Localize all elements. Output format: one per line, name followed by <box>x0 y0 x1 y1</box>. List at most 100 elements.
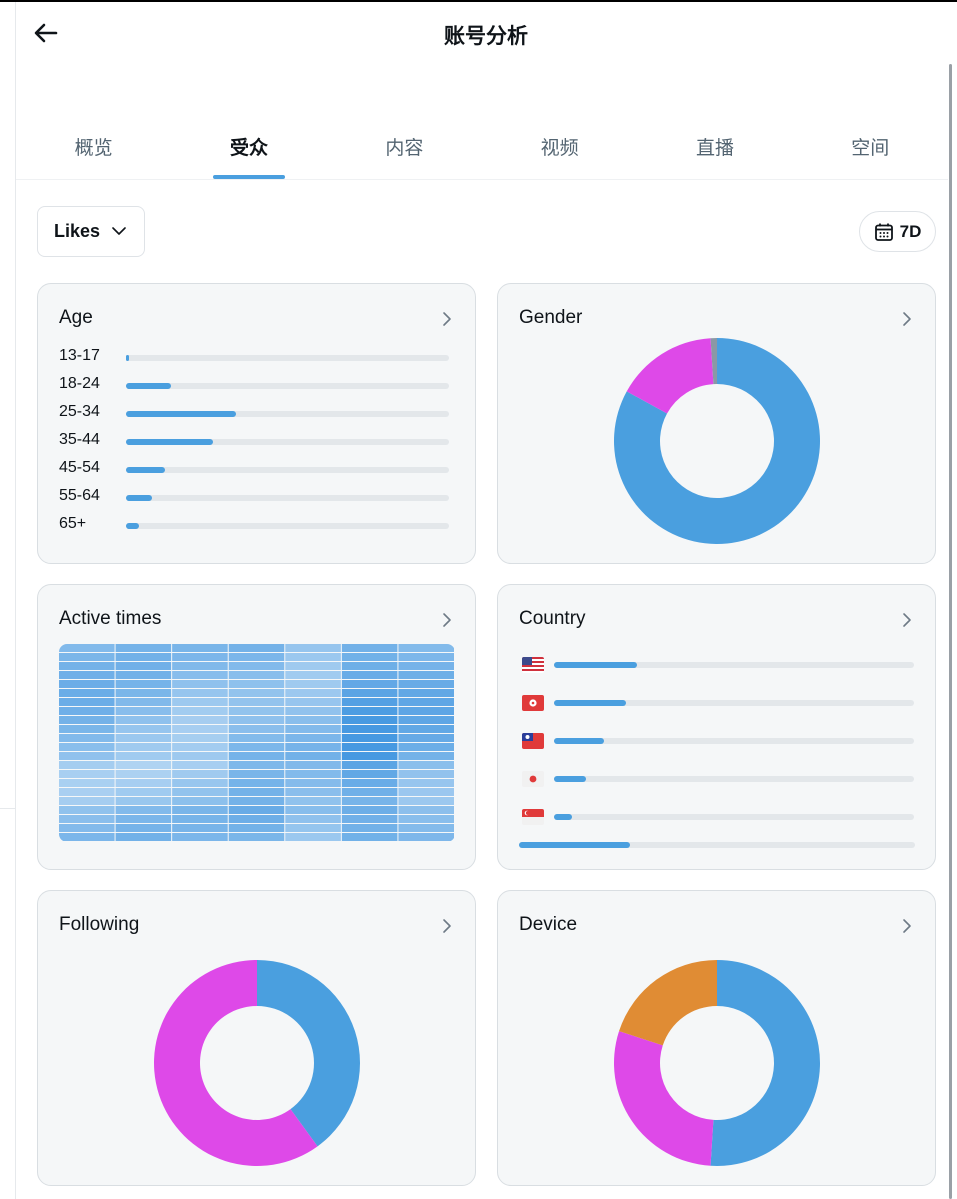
heatmap-cell <box>172 797 228 805</box>
heatmap-cell <box>59 689 115 697</box>
heatmap-cell <box>172 662 228 670</box>
heatmap-cell <box>341 644 398 652</box>
age-bar-track <box>126 523 449 529</box>
country-row-jp <box>522 769 915 789</box>
heatmap-cell <box>115 833 172 841</box>
heatmap-cell <box>172 770 228 778</box>
age-bar-track <box>126 383 449 389</box>
heatmap-cell <box>172 806 228 814</box>
age-row-label: 25-34 <box>59 403 100 420</box>
device-donut-chart <box>614 960 821 1166</box>
calendar-icon <box>874 223 893 241</box>
heatmap-cell <box>285 725 341 733</box>
tab-spaces[interactable]: 空间 <box>793 126 948 179</box>
donut-segment <box>710 960 821 1166</box>
heatmap-cell <box>285 734 341 742</box>
heatmap-cell <box>398 815 454 823</box>
heatmap-cell <box>228 815 285 823</box>
heatmap-cell <box>115 761 172 769</box>
heatmap-cell <box>172 761 228 769</box>
age-row-label: 13-17 <box>59 347 100 364</box>
heatmap-cell <box>59 824 115 832</box>
tab-content[interactable]: 内容 <box>327 126 482 179</box>
heatmap-cell <box>285 788 341 796</box>
country-row-sg <box>522 807 915 827</box>
gender-card[interactable]: Gender <box>497 283 936 564</box>
heatmap-cell <box>285 797 341 805</box>
heatmap-cell <box>228 644 285 652</box>
metric-dropdown[interactable]: Likes <box>37 206 145 257</box>
country-bar-track <box>554 776 914 782</box>
heatmap-cell <box>172 743 228 751</box>
following-card[interactable]: Following <box>37 890 476 1186</box>
heatmap-cell <box>115 743 172 751</box>
heatmap-cell <box>59 725 115 733</box>
heatmap-cell <box>341 761 398 769</box>
heatmap-cell <box>115 671 172 679</box>
age-bar-fill <box>126 523 139 529</box>
date-range-label: 7D <box>899 221 922 241</box>
age-row-label: 65+ <box>59 515 87 532</box>
heatmap-cell <box>398 653 454 661</box>
heatmap-cell <box>59 707 115 715</box>
heatmap-cell <box>228 752 285 760</box>
country-bar-track <box>554 814 914 820</box>
tab-audience[interactable]: 受众 <box>171 126 326 179</box>
heatmap-cell <box>59 662 115 670</box>
device-card[interactable]: Device <box>497 890 936 1186</box>
donut-segment <box>619 960 717 1046</box>
heatmap-cell <box>172 698 228 706</box>
heatmap-cell <box>228 716 285 724</box>
left-divider <box>15 2 16 1199</box>
heatmap-cell <box>228 707 285 715</box>
heatmap-cell <box>172 788 228 796</box>
heatmap-cell <box>398 725 454 733</box>
age-bar-fill <box>126 495 152 501</box>
heatmap-cell <box>341 788 398 796</box>
heatmap-cell <box>341 734 398 742</box>
heatmap-cell <box>59 680 115 688</box>
heatmap-cell <box>398 824 454 832</box>
heatmap-cell <box>341 707 398 715</box>
country-other-bar-track <box>519 842 915 848</box>
heatmap-cell <box>228 806 285 814</box>
heatmap-cell <box>228 788 285 796</box>
heatmap-cell <box>398 752 454 760</box>
tab-live[interactable]: 直播 <box>637 126 792 179</box>
heatmap-cell <box>172 644 228 652</box>
heatmap-cell <box>172 725 228 733</box>
heatmap-cell <box>59 671 115 679</box>
heatmap-cell <box>398 779 454 787</box>
scrollbar[interactable] <box>949 64 952 1199</box>
heatmap-cell <box>115 734 172 742</box>
heatmap-cell <box>172 815 228 823</box>
heatmap-cell <box>398 662 454 670</box>
age-card[interactable]: Age 13-17 18-24 25-34 35-44 45-54 55-64 65+ <box>37 283 476 564</box>
tab-overview[interactable]: 概览 <box>16 126 171 179</box>
heatmap-cell <box>285 644 341 652</box>
heatmap-cell <box>285 770 341 778</box>
age-card-title: Age <box>59 307 93 328</box>
heatmap-cell <box>285 833 341 841</box>
heatmap-cell <box>59 752 115 760</box>
country-card[interactable]: Country <box>497 584 936 870</box>
flag-hk-icon <box>522 695 544 711</box>
page-title: 账号分析 <box>444 24 528 48</box>
heatmap-cell <box>341 824 398 832</box>
heatmap-cell <box>398 770 454 778</box>
heatmap-cell <box>285 761 341 769</box>
age-row-label: 55-64 <box>59 487 100 504</box>
metric-dropdown-label: Likes <box>54 221 101 241</box>
top-edge <box>0 0 957 2</box>
heatmap-cell <box>59 806 115 814</box>
active-times-heatmap <box>59 644 454 841</box>
tab-video[interactable]: 视频 <box>482 126 637 179</box>
country-bar-track <box>554 662 914 668</box>
date-range-button[interactable]: 7D <box>859 211 936 252</box>
heatmap-cell <box>115 779 172 787</box>
active-times-card[interactable]: Active times <box>37 584 476 870</box>
heatmap-cell <box>285 698 341 706</box>
heatmap-cell <box>285 689 341 697</box>
heatmap-cell <box>115 680 172 688</box>
heatmap-cell <box>59 788 115 796</box>
